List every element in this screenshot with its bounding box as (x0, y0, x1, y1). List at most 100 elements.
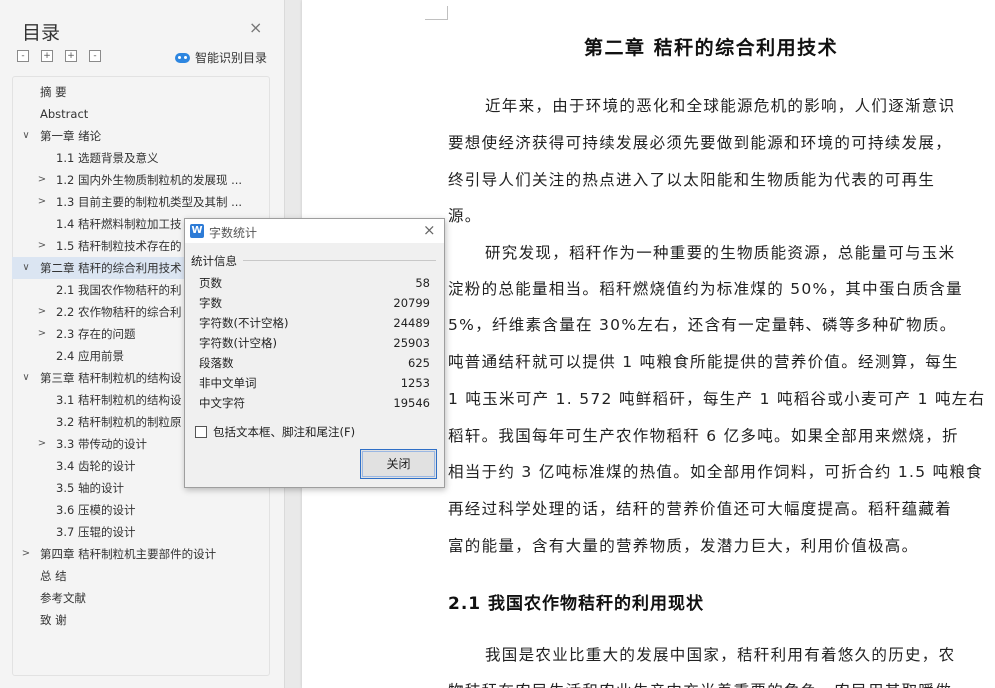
expand-all-icon[interactable]: + (41, 50, 53, 62)
toc-item[interactable]: >1.2 国内外生物质制粒机的发展现 ... (12, 169, 284, 191)
body-line: 要想使经济获得可持续发展必须先要做到能源和环境的可持续发展， (448, 134, 953, 152)
body-line: 终引导人们关注的热点进入了以太阳能和生物质能为代表的可再生 (448, 171, 936, 189)
robot-icon (175, 52, 190, 63)
toc-item-label: 2.2 农作物秸秆的综合利 (56, 305, 182, 319)
toc-item-label: 第一章 绪论 (40, 129, 102, 143)
toc-item-label: 1.1 选题背景及意义 (56, 151, 159, 165)
chevron-right-icon[interactable]: > (36, 169, 48, 191)
stat-value: 625 (408, 356, 430, 370)
margin-marker (425, 19, 448, 20)
smart-toc-button[interactable]: 智能识别目录 (175, 49, 267, 66)
toc-item-label: 参考文献 (40, 591, 86, 605)
body-line: 源。 (448, 207, 482, 225)
wps-logo-icon: W (190, 224, 204, 238)
include-textbox-checkbox[interactable] (195, 426, 207, 438)
collapse-all-icon[interactable]: - (17, 50, 29, 62)
nav-pane-title: 目录 (22, 22, 61, 44)
chevron-down-icon[interactable]: ∨ (20, 125, 32, 147)
section-heading: 2.1 我国农作物秸秆的利用现状 (448, 594, 705, 614)
toc-item-label: 第二章 秸秆的综合利用技术 (40, 261, 182, 275)
chevron-right-icon[interactable]: > (20, 543, 32, 565)
close-icon[interactable]: × (423, 222, 436, 238)
chapter-heading: 第二章 秸秆的综合利用技术 (584, 37, 839, 59)
chevron-down-icon[interactable]: ∨ (20, 367, 32, 389)
toc-item[interactable]: 总 结 (12, 565, 284, 587)
chevron-down-icon[interactable]: ∨ (20, 257, 32, 279)
toc-item-label: Abstract (40, 107, 89, 121)
chevron-right-icon[interactable]: > (36, 323, 48, 345)
word-count-dialog: W 字数统计 × 统计信息 页数 58 字数 20799 字符数(不计空格) 2… (184, 218, 445, 488)
chevron-right-icon[interactable]: > (36, 301, 48, 323)
close-icon[interactable]: × (249, 20, 262, 36)
toc-item[interactable]: 3.7 压辊的设计 (12, 521, 284, 543)
toc-item-label: 1.4 秸秆燃料制粒加工技 (56, 217, 182, 231)
body-line: 淀粉的总能量相当。稻秆燃烧值约为标准煤的 50%，其中蛋白质含量 (448, 280, 963, 298)
dialog-titlebar[interactable]: W 字数统计 × (185, 219, 444, 243)
body-line: 相当于约 3 亿吨标准煤的热值。如全部用作饲料，可折合约 1.5 吨粮食 (448, 463, 984, 481)
toc-item[interactable]: 致 谢 (12, 609, 284, 631)
stat-label: 字符数(不计空格) (199, 316, 289, 330)
toc-item-label: 2.1 我国农作物秸秆的利 (56, 283, 182, 297)
toc-item[interactable]: 摘 要 (12, 81, 284, 103)
stats-group-label: 统计信息 (191, 254, 237, 268)
body-line: 吨普通结秆就可以提供 1 吨粮食所能提供的营养价值。经测算，每生 (448, 353, 959, 371)
close-button[interactable]: 关闭 (360, 449, 437, 479)
body-line: 研究发现，稻秆作为一种重要的生物质能资源，总能量可与玉米 (485, 244, 956, 262)
toc-item-label: 1.3 目前主要的制粒机类型及其制 ... (56, 195, 243, 209)
stat-label: 中文字符 (199, 396, 245, 410)
toc-item-label: 3.5 轴的设计 (56, 481, 124, 495)
toc-item-label: 摘 要 (40, 85, 67, 99)
stat-value: 24489 (393, 316, 430, 330)
toc-item[interactable]: >1.3 目前主要的制粒机类型及其制 ... (12, 191, 284, 213)
group-divider (243, 260, 436, 261)
toc-item-label: 3.3 带传动的设计 (56, 437, 147, 451)
toc-item-label: 第四章 秸秆制粒机主要部件的设计 (40, 547, 217, 561)
toc-item-label: 2.3 存在的问题 (56, 327, 136, 341)
toc-item[interactable]: 参考文献 (12, 587, 284, 609)
chevron-right-icon[interactable]: > (36, 433, 48, 455)
stat-row: 中文字符 19546 (199, 393, 430, 413)
toc-item[interactable]: Abstract (12, 103, 284, 125)
toc-item[interactable]: > 第四章 秸秆制粒机主要部件的设计 (12, 543, 284, 565)
remove-heading-icon[interactable]: - (89, 50, 101, 62)
toc-item-label: 3.4 齿轮的设计 (56, 459, 136, 473)
body-line: 物秸秆在农民生活和农业生产中充当着重要的角色，农民用其取暖做 (448, 679, 952, 688)
toc-item-label: 1.5 秸秆制粒技术存在的 (56, 239, 182, 253)
toc-item-label: 1.2 国内外生物质制粒机的发展现 ... (56, 173, 243, 187)
body-line: 我国是农业比重大的发展中国家，秸秆利用有着悠久的历史，农 (485, 646, 956, 664)
toc-item-label: 致 谢 (40, 613, 67, 627)
toc-item[interactable]: ∨ 第一章 绪论 (12, 125, 284, 147)
stat-value: 58 (415, 276, 430, 290)
stat-value: 25903 (393, 336, 430, 350)
stat-row: 页数 58 (199, 273, 430, 293)
chevron-right-icon[interactable]: > (36, 191, 48, 213)
toc-item[interactable]: 1.1 选题背景及意义 (12, 147, 284, 169)
smart-toc-label: 智能识别目录 (195, 51, 268, 65)
stat-row: 段落数 625 (199, 353, 430, 373)
body-line: 再经过科学处理的话，结秆的营养价值还可大幅度提高。稻秆蕴藏着 (448, 500, 953, 518)
stat-label: 段落数 (199, 356, 234, 370)
chevron-right-icon[interactable]: > (36, 235, 48, 257)
stat-value: 19546 (393, 396, 430, 410)
add-heading-icon[interactable]: + (65, 50, 77, 62)
dialog-title: 字数统计 (209, 226, 258, 240)
toc-item[interactable]: 3.6 压模的设计 (12, 499, 284, 521)
toc-item-label: 3.6 压模的设计 (56, 503, 136, 517)
include-textbox-label[interactable]: 包括文本框、脚注和尾注(F) (213, 424, 355, 440)
stat-label: 页数 (199, 276, 222, 290)
body-line: 富的能量，含有大量的营养物质，发潜力巨大，利用价值极高。 (448, 537, 919, 555)
